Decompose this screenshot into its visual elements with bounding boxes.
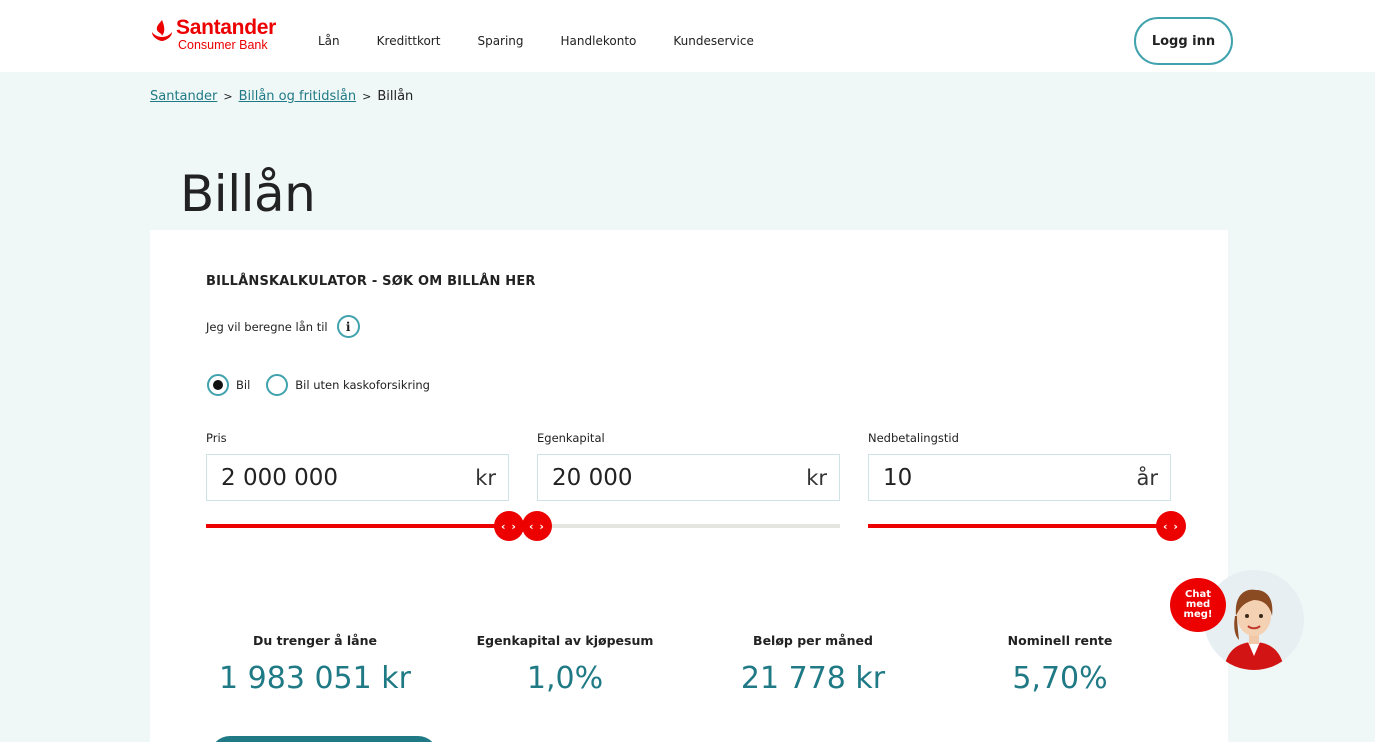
santander-logo[interactable]: Santander Consumer Bank [150, 17, 276, 53]
equity-unit: kr [806, 465, 827, 490]
calculator-heading: BILLÅNSKALKULATOR - SØK OM BILLÅN HER [206, 274, 536, 289]
price-slider-fill [206, 524, 509, 528]
result-monthly-amount: Beløp per måned 21 778 kr [703, 633, 923, 696]
login-button[interactable]: Logg inn [1134, 17, 1233, 65]
breadcrumb: Santander > Billån og fritidslån > Billå… [150, 89, 413, 104]
price-input[interactable]: 2 000 000 kr [206, 454, 509, 501]
nav-item-kredittkort[interactable]: Kredittkort [377, 34, 441, 48]
radio-bil-uten-kasko[interactable]: Bil uten kaskoforsikring [266, 374, 430, 396]
result-value: 5,70% [1012, 661, 1108, 696]
loan-type-radio-group: Bil Bil uten kaskoforsikring [207, 374, 446, 396]
price-unit: kr [475, 465, 496, 490]
nav-item-lan[interactable]: Lån [318, 34, 340, 48]
calculator-subheading: Jeg vil beregne lån til i [206, 315, 360, 338]
equity-slider-handle[interactable]: ‹ › [522, 511, 552, 541]
breadcrumb-link-billan-fritidslan[interactable]: Billån og fritidslån [239, 89, 357, 104]
term-slider-fill [868, 524, 1171, 528]
result-value: 21 778 kr [740, 661, 886, 696]
price-value[interactable]: 2 000 000 [221, 465, 338, 491]
result-label: Egenkapital av kjøpesum [476, 633, 654, 648]
breadcrumb-separator: > [362, 90, 372, 103]
nav-item-handlekonto[interactable]: Handlekonto [561, 34, 637, 48]
flame-icon [152, 20, 172, 41]
term-value[interactable]: 10 [883, 465, 912, 491]
result-label: Nominell rente [1007, 633, 1113, 648]
radio-circle-checked[interactable] [207, 374, 229, 396]
apply-button[interactable] [210, 736, 438, 742]
breadcrumb-link-santander[interactable]: Santander [150, 89, 217, 104]
radio-selected-dot [213, 380, 223, 390]
page-title: Billån [180, 165, 316, 223]
equity-label: Egenkapital [537, 431, 605, 445]
nav-item-kundeservice[interactable]: Kundeservice [673, 34, 753, 48]
term-slider[interactable]: ‹ › [868, 511, 1186, 541]
logo-sub-name: Consumer Bank [178, 38, 268, 52]
info-icon[interactable]: i [336, 315, 360, 338]
logo-brand-name: Santander [176, 16, 276, 39]
price-slider[interactable]: ‹ › [206, 511, 524, 541]
calculator-subheading-text: Jeg vil beregne lån til [206, 319, 328, 334]
price-slider-handle[interactable]: ‹ › [494, 511, 524, 541]
result-equity-share: Egenkapital av kjøpesum 1,0% [455, 633, 675, 696]
term-input[interactable]: 10 år [868, 454, 1171, 501]
breadcrumb-separator: > [223, 90, 233, 103]
loan-calculator-card: BILLÅNSKALKULATOR - SØK OM BILLÅN HER Je… [150, 230, 1228, 742]
main-nav: Lån Kredittkort Sparing Handlekonto Kund… [318, 34, 791, 48]
nav-item-sparing[interactable]: Sparing [477, 34, 523, 48]
radio-bil-uten-kasko-label: Bil uten kaskoforsikring [295, 378, 430, 392]
result-label: Beløp per måned [753, 633, 873, 648]
price-label: Pris [206, 431, 227, 445]
result-label: Du trenger å låne [253, 633, 377, 648]
chat-line: meg! [1183, 609, 1213, 620]
term-label: Nedbetalingstid [868, 431, 959, 445]
radio-circle-unchecked[interactable] [266, 374, 289, 396]
radio-bil-label: Bil [236, 378, 251, 392]
result-nominal-rate: Nominell rente 5,70% [950, 633, 1170, 696]
chat-bubble[interactable]: Chat med meg! [1170, 578, 1226, 632]
term-unit: år [1136, 465, 1158, 490]
result-value: 1 983 051 kr [219, 661, 411, 696]
chat-widget[interactable]: Chat med meg! [1170, 570, 1305, 670]
result-loan-amount: Du trenger å låne 1 983 051 kr [205, 633, 425, 696]
equity-value[interactable]: 20 000 [552, 465, 632, 491]
equity-input[interactable]: 20 000 kr [537, 454, 840, 501]
result-value: 1,0% [526, 661, 604, 696]
term-slider-handle[interactable]: ‹ › [1156, 511, 1186, 541]
site-header: Santander Consumer Bank Lån Kredittkort … [0, 0, 1375, 72]
equity-slider[interactable]: ‹ › [522, 511, 840, 541]
radio-bil[interactable]: Bil [207, 374, 250, 396]
breadcrumb-current: Billån [377, 89, 414, 104]
